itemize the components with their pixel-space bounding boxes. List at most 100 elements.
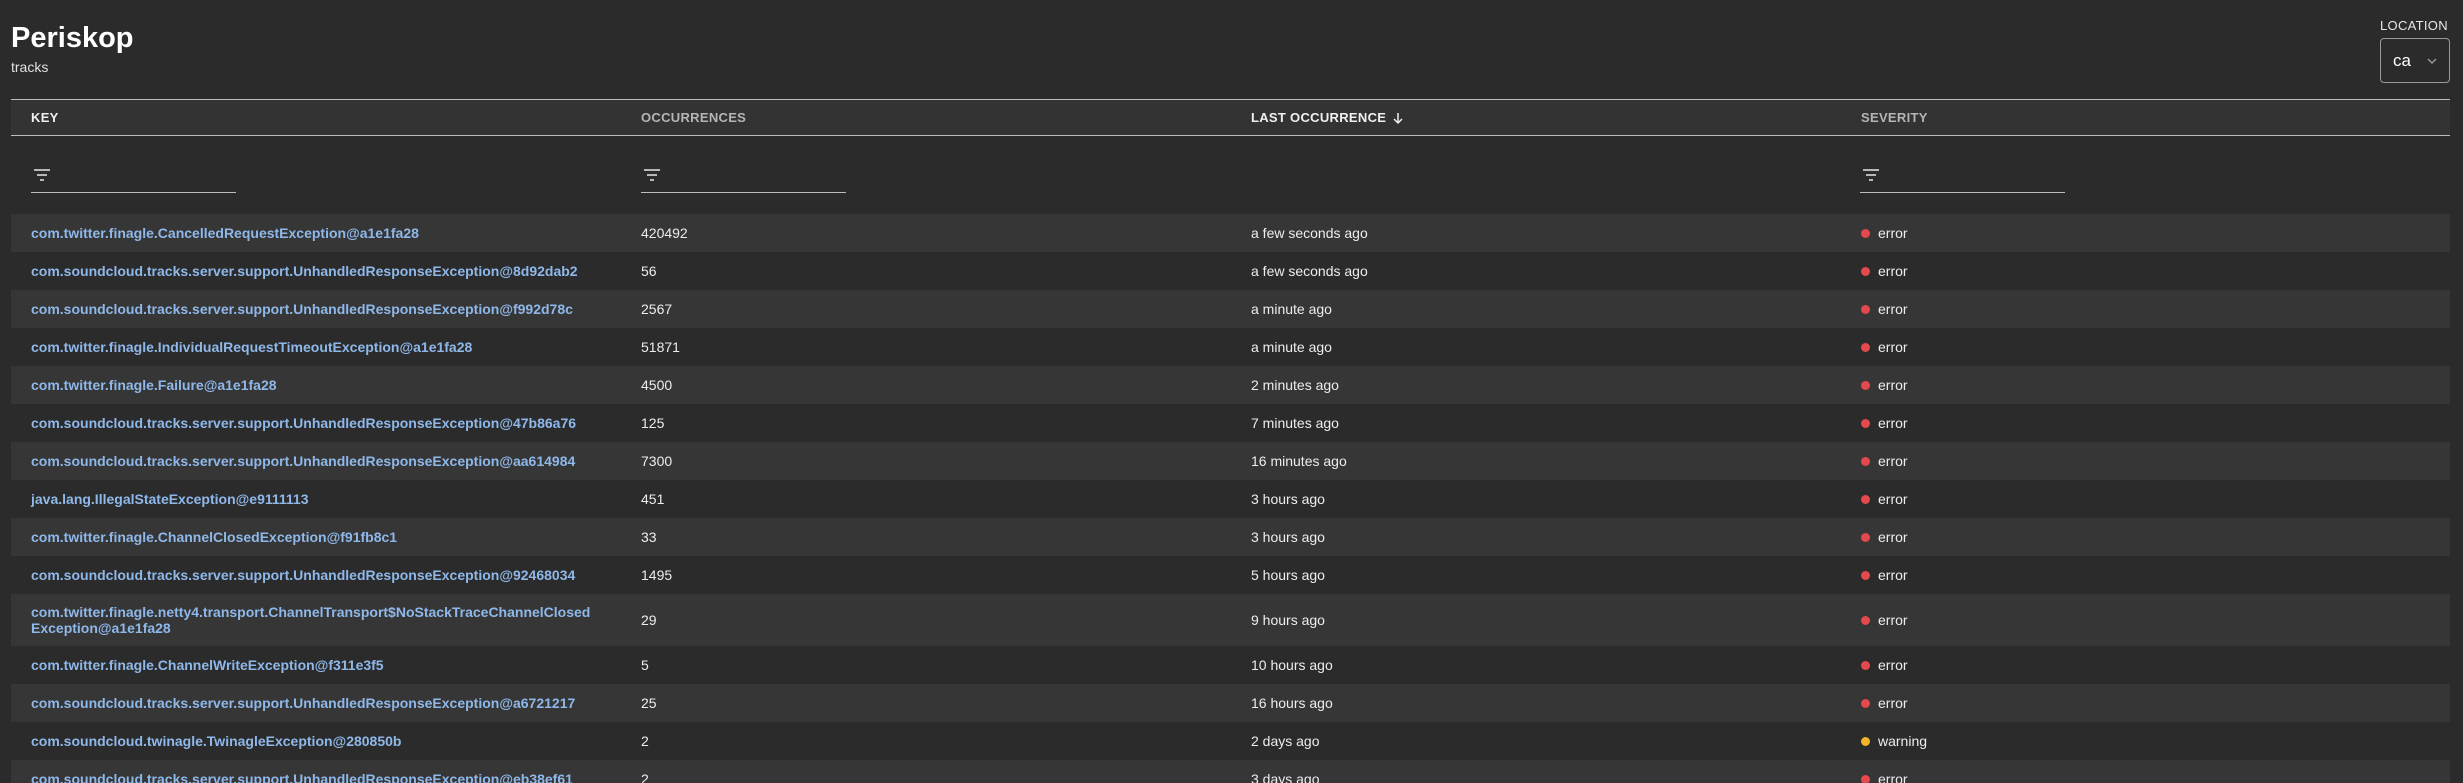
occurrences-cell: 51871 bbox=[641, 339, 680, 355]
chevron-down-icon bbox=[2427, 57, 2437, 64]
column-header-occurrences[interactable]: OCCURRENCES bbox=[621, 110, 1231, 125]
key-cell: java.lang.IllegalStateException@e9111113 bbox=[11, 491, 621, 507]
severity-dot-icon bbox=[1861, 494, 1870, 504]
errors-table: KEY OCCURRENCES LAST OCCURRENCE SEVERITY bbox=[11, 99, 2450, 783]
table-row[interactable]: com.twitter.finagle.IndividualRequestTim… bbox=[11, 328, 2450, 366]
error-key-link[interactable]: com.soundcloud.tracks.server.support.Unh… bbox=[31, 263, 621, 279]
error-key-link[interactable]: com.twitter.finagle.CancelledRequestExce… bbox=[31, 225, 621, 241]
last-occurrence-cell: a few seconds ago bbox=[1251, 263, 1368, 279]
filter-cell-occurrences bbox=[621, 157, 1231, 193]
last-occurrence-cell: 2 days ago bbox=[1251, 733, 1320, 749]
severity-dot-icon bbox=[1861, 698, 1870, 708]
key-cell: com.soundcloud.tracks.server.support.Unh… bbox=[11, 567, 621, 583]
error-key-link[interactable]: com.twitter.finagle.IndividualRequestTim… bbox=[31, 339, 621, 355]
location-select[interactable]: ca bbox=[2380, 38, 2450, 83]
table-row[interactable]: com.soundcloud.tracks.server.support.Unh… bbox=[11, 404, 2450, 442]
key-filter-input[interactable] bbox=[31, 157, 236, 193]
table-row[interactable]: com.soundcloud.tracks.server.support.Unh… bbox=[11, 252, 2450, 290]
error-key-link[interactable]: com.twitter.finagle.Failure@a1e1fa28 bbox=[31, 377, 621, 393]
occurrences-cell: 1495 bbox=[641, 567, 673, 583]
filter-cell-severity bbox=[1840, 157, 2450, 193]
error-key-link[interactable]: com.soundcloud.tracks.server.support.Unh… bbox=[31, 771, 621, 783]
severity-label: error bbox=[1878, 225, 1908, 241]
last-occurrence-cell: 3 days ago bbox=[1251, 771, 1320, 783]
column-header-key[interactable]: KEY bbox=[11, 110, 621, 125]
severity-dot-icon bbox=[1861, 660, 1870, 670]
column-header-severity[interactable]: SEVERITY bbox=[1841, 110, 2450, 125]
table-row[interactable]: com.soundcloud.tracks.server.support.Unh… bbox=[11, 442, 2450, 480]
last-occurrence-cell: 16 minutes ago bbox=[1251, 453, 1347, 469]
severity-label: error bbox=[1878, 695, 1908, 711]
occurrences-cell: 7300 bbox=[641, 453, 673, 469]
last-occurrence-cell: 3 hours ago bbox=[1251, 529, 1325, 545]
last-occurrence-cell: 16 hours ago bbox=[1251, 695, 1333, 711]
key-cell: com.soundcloud.tracks.server.support.Unh… bbox=[11, 263, 621, 279]
severity-dot-icon bbox=[1861, 774, 1870, 783]
error-key-link[interactable]: com.soundcloud.tracks.server.support.Unh… bbox=[31, 453, 621, 469]
error-key-link[interactable]: com.soundcloud.tracks.server.support.Unh… bbox=[31, 301, 621, 317]
last-occurrence-cell: a minute ago bbox=[1251, 301, 1332, 317]
last-occurrence-cell: 9 hours ago bbox=[1251, 612, 1325, 628]
severity-label: warning bbox=[1878, 733, 1928, 749]
severity-label: error bbox=[1878, 657, 1908, 673]
table-row[interactable]: com.soundcloud.twinagle.TwinagleExceptio… bbox=[11, 722, 2450, 760]
severity-dot-icon bbox=[1861, 380, 1870, 390]
table-row[interactable]: com.twitter.finagle.ChannelClosedExcepti… bbox=[11, 518, 2450, 556]
severity-cell: error bbox=[1841, 657, 2450, 673]
severity-dot-icon bbox=[1861, 228, 1870, 238]
error-key-link[interactable]: com.soundcloud.twinagle.TwinagleExceptio… bbox=[31, 733, 621, 749]
filter-row bbox=[11, 136, 2450, 214]
key-cell: com.twitter.finagle.netty4.transport.Cha… bbox=[11, 604, 621, 636]
table-row[interactable]: com.soundcloud.tracks.server.support.Unh… bbox=[11, 684, 2450, 722]
severity-label: error bbox=[1878, 612, 1908, 628]
severity-cell: error bbox=[1841, 612, 2450, 628]
occurrences-cell: 2 bbox=[641, 733, 649, 749]
error-key-link[interactable]: com.twitter.finagle.ChannelWriteExceptio… bbox=[31, 657, 621, 673]
severity-label: error bbox=[1878, 453, 1908, 469]
last-occurrence-cell: 3 hours ago bbox=[1251, 491, 1325, 507]
severity-label: error bbox=[1878, 491, 1908, 507]
table-row[interactable]: com.twitter.finagle.netty4.transport.Cha… bbox=[11, 594, 2450, 646]
table-row[interactable]: com.twitter.finagle.Failure@a1e1fa28 4500… bbox=[11, 366, 2450, 404]
severity-cell: error bbox=[1841, 771, 2450, 783]
severity-cell: error bbox=[1841, 529, 2450, 545]
error-key-link[interactable]: java.lang.IllegalStateException@e9111113 bbox=[31, 491, 621, 507]
severity-cell: error bbox=[1841, 377, 2450, 393]
severity-dot-icon bbox=[1861, 736, 1870, 746]
key-cell: com.soundcloud.tracks.server.support.Unh… bbox=[11, 695, 621, 711]
column-header-last-occurrence[interactable]: LAST OCCURRENCE bbox=[1231, 110, 1841, 125]
error-key-link[interactable]: com.twitter.finagle.netty4.transport.Cha… bbox=[31, 604, 621, 636]
occurrences-cell: 5 bbox=[641, 657, 649, 673]
key-cell: com.twitter.finagle.ChannelWriteExceptio… bbox=[11, 657, 621, 673]
severity-dot-icon bbox=[1861, 266, 1870, 276]
occurrences-filter-input[interactable] bbox=[640, 157, 846, 193]
table-body: com.twitter.finagle.CancelledRequestExce… bbox=[11, 214, 2450, 783]
table-row[interactable]: com.twitter.finagle.ChannelWriteExceptio… bbox=[11, 646, 2450, 684]
error-key-link[interactable]: com.soundcloud.tracks.server.support.Unh… bbox=[31, 695, 621, 711]
severity-cell: error bbox=[1841, 695, 2450, 711]
last-occurrence-cell: 5 hours ago bbox=[1251, 567, 1325, 583]
severity-label: error bbox=[1878, 339, 1908, 355]
severity-dot-icon bbox=[1861, 342, 1870, 352]
severity-cell: error bbox=[1841, 301, 2450, 317]
key-cell: com.twitter.finagle.Failure@a1e1fa28 bbox=[11, 377, 621, 393]
occurrences-cell: 33 bbox=[641, 529, 657, 545]
page-header: Periskop tracks bbox=[11, 20, 134, 76]
table-row[interactable]: com.twitter.finagle.CancelledRequestExce… bbox=[11, 214, 2450, 252]
error-key-link[interactable]: com.soundcloud.tracks.server.support.Unh… bbox=[31, 567, 621, 583]
last-occurrence-cell: 7 minutes ago bbox=[1251, 415, 1339, 431]
app-subtitle: tracks bbox=[11, 59, 49, 75]
error-key-link[interactable]: com.soundcloud.tracks.server.support.Unh… bbox=[31, 415, 621, 431]
filter-icon bbox=[643, 168, 660, 181]
severity-filter-input[interactable] bbox=[1860, 157, 2066, 193]
table-row[interactable]: com.soundcloud.tracks.server.support.Unh… bbox=[11, 290, 2450, 328]
severity-label: error bbox=[1878, 771, 1908, 783]
table-row[interactable]: java.lang.IllegalStateException@e9111113… bbox=[11, 480, 2450, 518]
table-row[interactable]: com.soundcloud.tracks.server.support.Unh… bbox=[11, 760, 2450, 783]
last-occurrence-cell: a minute ago bbox=[1251, 339, 1332, 355]
error-key-link[interactable]: com.twitter.finagle.ChannelClosedExcepti… bbox=[31, 529, 621, 545]
severity-label: error bbox=[1878, 529, 1908, 545]
severity-cell: error bbox=[1841, 453, 2450, 469]
table-row[interactable]: com.soundcloud.tracks.server.support.Unh… bbox=[11, 556, 2450, 594]
severity-cell: error bbox=[1841, 567, 2450, 583]
